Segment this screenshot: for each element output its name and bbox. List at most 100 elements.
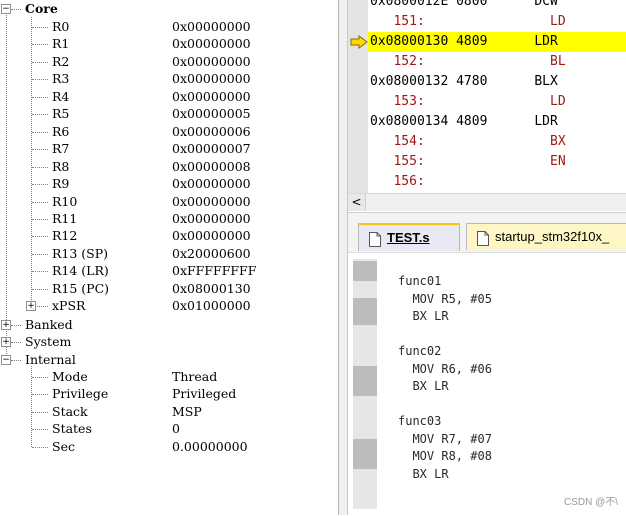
register-value[interactable]: Thread: [172, 368, 217, 385]
register-value[interactable]: 0x00000000: [172, 227, 251, 244]
source-line[interactable]: 155: EN: [370, 152, 626, 172]
register-row[interactable]: Mode Thread: [0, 368, 336, 385]
register-value[interactable]: 0xFFFFFFFF: [172, 262, 256, 279]
code-line[interactable]: BX LR: [398, 466, 448, 484]
register-row[interactable]: R3 0x00000000: [0, 70, 336, 87]
instruction-line[interactable]: 0x0800012E 0800 DCW: [370, 0, 626, 12]
register-row[interactable]: R1 0x00000000: [0, 35, 336, 52]
code-line[interactable]: func02: [398, 343, 441, 361]
tree-node-internal[interactable]: Internal: [25, 351, 76, 368]
code-coverage-mark: [353, 298, 377, 325]
register-value[interactable]: 0x00000000: [172, 210, 251, 227]
register-name: R12: [52, 228, 78, 244]
core-collapse-toggle[interactable]: −: [1, 4, 11, 14]
current-instruction-arrow-icon: [350, 35, 368, 49]
register-row[interactable]: Stack MSP: [0, 403, 336, 420]
register-row[interactable]: R0 0x00000000: [0, 18, 336, 35]
banked-expand-toggle[interactable]: +: [1, 320, 11, 330]
register-row[interactable]: R5 0x00000005: [0, 105, 336, 122]
register-row[interactable]: R7 0x00000007: [0, 140, 336, 157]
code-line[interactable]: MOV R7, #07: [398, 431, 491, 449]
register-row[interactable]: States 0: [0, 420, 336, 437]
register-row[interactable]: R14 (LR) 0xFFFFFFFF: [0, 262, 336, 279]
register-name: R3: [52, 71, 70, 87]
register-row[interactable]: xPSR 0x01000000: [0, 297, 336, 314]
system-expand-toggle[interactable]: +: [1, 337, 11, 347]
source-line[interactable]: 151: LD: [370, 12, 626, 32]
source-line[interactable]: 153: LD: [370, 92, 626, 112]
register-value[interactable]: 0x00000005: [172, 105, 251, 122]
register-name: Privilege: [52, 386, 109, 402]
disassembly-gutter[interactable]: [348, 0, 368, 194]
tab-test-s[interactable]: TEST.s: [358, 223, 460, 251]
code-line[interactable]: MOV R6, #06: [398, 361, 491, 379]
register-value[interactable]: 0x01000000: [172, 297, 251, 314]
registers-panel: − Core R0 0x00000000 R1 0x00000000 R2 0x00000…: [0, 0, 339, 515]
register-value[interactable]: 0x00000000: [172, 193, 251, 210]
instruction-line[interactable]: 0x08000132 4780 BLX: [370, 72, 626, 92]
internal-collapse-toggle[interactable]: −: [1, 355, 11, 365]
register-value[interactable]: 0x20000600: [172, 245, 251, 262]
tree-node-banked[interactable]: Banked: [25, 316, 73, 333]
tree-node-system[interactable]: System: [25, 333, 71, 350]
register-row[interactable]: R8 0x00000008: [0, 158, 336, 175]
code-line[interactable]: MOV R5, #05: [398, 291, 491, 309]
register-value[interactable]: 0x00000000: [172, 70, 251, 87]
current-instruction-line[interactable]: 0x08000130 4809 LDR: [368, 32, 626, 52]
panel-splitter[interactable]: [339, 0, 348, 515]
register-value[interactable]: 0x00000000: [172, 35, 251, 52]
source-line[interactable]: 152: BL: [370, 52, 626, 72]
code-line[interactable]: BX LR: [398, 308, 448, 326]
tab-label: startup_stm32f10x_: [495, 229, 610, 244]
register-name: xPSR: [52, 298, 86, 314]
register-value[interactable]: 0x08000130: [172, 280, 251, 297]
register-row[interactable]: R11 0x00000000: [0, 210, 336, 227]
register-value[interactable]: 0x00000000: [172, 175, 251, 192]
scroll-left-button[interactable]: <: [348, 194, 366, 211]
register-value[interactable]: 0: [172, 420, 180, 437]
register-value[interactable]: 0x00000006: [172, 123, 251, 140]
register-name: R8: [52, 158, 70, 174]
register-name: R6: [52, 123, 70, 139]
register-value[interactable]: Privileged: [172, 385, 236, 402]
tab-startup-file[interactable]: startup_stm32f10x_: [466, 223, 626, 250]
disassembly-horizontal-scrollbar[interactable]: <: [348, 193, 626, 211]
register-value[interactable]: MSP: [172, 403, 202, 420]
register-row[interactable]: R4 0x00000000: [0, 88, 336, 105]
register-row[interactable]: R13 (SP) 0x20000600: [0, 245, 336, 262]
instruction-line[interactable]: 0x08000134 4809 LDR: [370, 112, 626, 132]
register-value[interactable]: 0x00000000: [172, 53, 251, 70]
register-name: R5: [52, 106, 70, 122]
source-line[interactable]: 156:: [370, 172, 626, 192]
register-value[interactable]: 0x00000007: [172, 140, 251, 157]
register-value[interactable]: 0.00000000: [172, 438, 248, 455]
register-name: R13 (SP): [52, 245, 109, 261]
code-line[interactable]: func01: [398, 273, 441, 291]
register-value[interactable]: 0x00000008: [172, 158, 251, 175]
code-coverage-mark: [353, 439, 377, 469]
register-row[interactable]: Sec 0.00000000: [0, 438, 336, 455]
code-line[interactable]: BX LR: [398, 378, 448, 396]
code-line[interactable]: MOV R8, #08: [398, 448, 491, 466]
register-row[interactable]: R2 0x00000000: [0, 53, 336, 70]
register-row[interactable]: R12 0x00000000: [0, 227, 336, 244]
register-row[interactable]: R9 0x00000000: [0, 175, 336, 192]
source-line[interactable]: 154: BX: [370, 132, 626, 152]
code-line[interactable]: func03: [398, 413, 441, 431]
register-value[interactable]: 0x00000000: [172, 88, 251, 105]
register-name: R15 (PC): [52, 280, 110, 296]
register-row[interactable]: R15 (PC) 0x08000130: [0, 280, 336, 297]
editor-tab-bar: TEST.s startup_stm32f10x_: [348, 212, 626, 253]
register-name: R7: [52, 141, 70, 157]
tree-node-core[interactable]: Core: [25, 0, 58, 17]
file-icon: [369, 230, 381, 248]
code-coverage-mark: [353, 366, 377, 396]
register-row[interactable]: Privilege Privileged: [0, 385, 336, 402]
register-name: R1: [52, 36, 70, 52]
source-editor[interactable]: func01 MOV R5, #05 BX LR func02 MOV R6, #…: [348, 252, 626, 516]
register-name: R0: [52, 19, 70, 34]
register-row[interactable]: R6 0x00000006: [0, 123, 336, 140]
register-value[interactable]: 0x00000000: [172, 18, 251, 35]
code-coverage-mark: [353, 261, 377, 281]
register-row[interactable]: R10 0x00000000: [0, 193, 336, 210]
